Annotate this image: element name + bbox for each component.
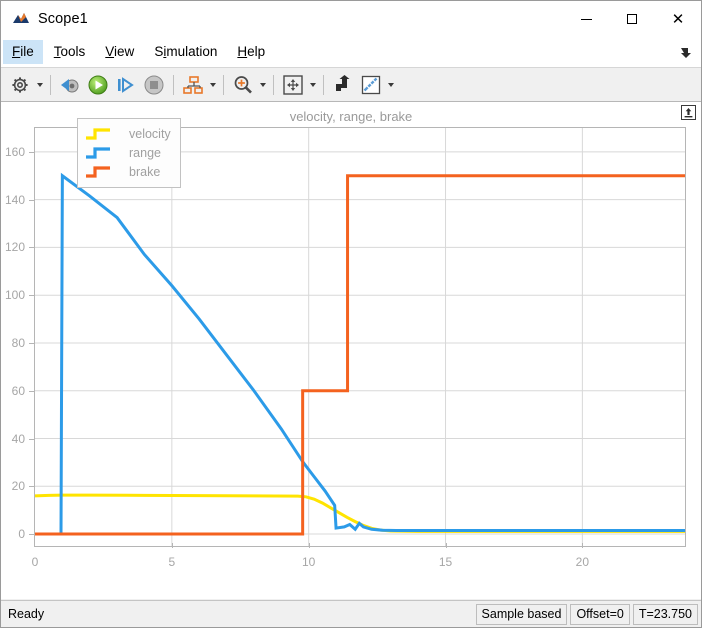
y-tick-mark (29, 342, 34, 344)
legend-item[interactable]: range (85, 144, 171, 162)
matlab-scope-icon (12, 10, 30, 28)
status-ready-label: Ready (8, 607, 45, 621)
step-forward-icon[interactable] (113, 72, 139, 98)
y-tick-mark (29, 247, 34, 249)
run-icon[interactable] (85, 72, 111, 98)
y-tick-label: 140 (4, 192, 25, 207)
y-tick-label: 40 (11, 431, 25, 446)
y-tick-label: 120 (4, 240, 25, 255)
legend-item[interactable]: velocity (85, 125, 171, 143)
close-icon: ✕ (671, 9, 685, 28)
measurements-dropdown[interactable] (385, 72, 396, 98)
toolbar-separator (50, 74, 51, 95)
menu-item-tools[interactable]: Tools (45, 40, 95, 64)
legend-swatch-range (85, 146, 111, 160)
y-tick-mark (29, 151, 34, 153)
legend-swatch-brake (85, 165, 111, 179)
maximize-button[interactable] (609, 1, 655, 37)
y-tick-mark (29, 390, 34, 392)
toolbar-separator (323, 74, 324, 95)
x-tick-mark (308, 543, 310, 548)
status-cells: Sample based Offset=0 T=23.750 (473, 603, 698, 625)
toolbar-separator (223, 74, 224, 95)
minimize-button[interactable] (563, 1, 609, 37)
toolbar-separator (173, 74, 174, 95)
pin-maximize-icon[interactable] (681, 105, 696, 120)
rewind-to-start-icon[interactable] (57, 72, 83, 98)
toolbar (1, 68, 701, 102)
signal-selection-dropdown[interactable] (207, 72, 218, 98)
maximize-icon (627, 14, 637, 24)
plot-area[interactable] (34, 127, 686, 547)
window-title: Scope1 (38, 11, 88, 27)
legend-label-range: range (129, 146, 161, 160)
toolbar-separator (273, 74, 274, 95)
zoom-in-dropdown[interactable] (257, 72, 268, 98)
menu-bar: File Tools View Simulation Help (1, 37, 701, 68)
x-tick-label: 0 (31, 555, 39, 569)
menu-item-view[interactable]: View (96, 40, 143, 64)
fit-to-view-icon[interactable] (280, 72, 306, 98)
x-tick-label: 10 (301, 555, 316, 569)
x-tick-mark (445, 543, 447, 548)
minimize-icon (580, 18, 592, 20)
window-controls: ✕ (563, 1, 701, 37)
x-tick-label: 15 (438, 555, 453, 569)
y-tick-label: 160 (4, 144, 25, 159)
legend[interactable]: velocity range brake (77, 118, 181, 188)
y-tick-label: 100 (4, 288, 25, 303)
plot-svg (35, 128, 685, 546)
y-axis: 0 20 40 60 80 100 120 140 160 (1, 127, 34, 547)
title-bar: Scope1 ✕ (1, 1, 701, 37)
fit-to-view-dropdown[interactable] (307, 72, 318, 98)
status-sample-mode[interactable]: Sample based (475, 603, 568, 625)
menu-item-simulation[interactable]: Simulation (145, 40, 226, 64)
legend-swatch-velocity (85, 127, 111, 141)
zoom-in-icon[interactable] (230, 72, 256, 98)
x-tick-label: 20 (575, 555, 590, 569)
y-tick-mark (29, 486, 34, 488)
legend-label-brake: brake (129, 165, 161, 179)
x-tick-label: 5 (168, 555, 176, 569)
y-tick-mark (29, 534, 34, 536)
measurements-icon[interactable] (358, 72, 384, 98)
undock-arrow-icon[interactable] (679, 45, 693, 59)
y-tick-mark (29, 438, 34, 440)
close-button[interactable]: ✕ (655, 1, 701, 37)
x-tick-mark (171, 543, 173, 548)
y-tick-label: 0 (18, 527, 25, 542)
status-bar: Ready Sample based Offset=0 T=23.750 (1, 600, 701, 627)
legend-label-velocity: velocity (129, 127, 171, 141)
x-tick-mark (582, 543, 584, 548)
stop-icon[interactable] (141, 72, 167, 98)
legend-item[interactable]: brake (85, 163, 171, 181)
y-tick-mark (29, 199, 34, 201)
y-tick-mark (29, 295, 34, 297)
menu-item-help[interactable]: Help (228, 40, 274, 64)
status-time[interactable]: T=23.750 (632, 603, 698, 625)
y-tick-label: 60 (11, 383, 25, 398)
trigger-icon[interactable] (330, 72, 356, 98)
status-offset[interactable]: Offset=0 (570, 603, 630, 625)
signal-selection-icon[interactable] (180, 72, 206, 98)
y-tick-label: 80 (11, 335, 25, 350)
menu-item-file[interactable]: File (3, 40, 43, 64)
configuration-properties-dropdown[interactable] (34, 72, 45, 98)
scope-window: Scope1 ✕ File Tools View Simulation Help (0, 0, 702, 628)
configuration-properties-icon[interactable] (7, 72, 33, 98)
scope-panel: velocity, range, brake 0 20 40 60 80 100 120 14… (1, 102, 701, 599)
x-axis: 0 5 10 15 20 (31, 543, 686, 570)
y-tick-label: 20 (11, 479, 25, 494)
